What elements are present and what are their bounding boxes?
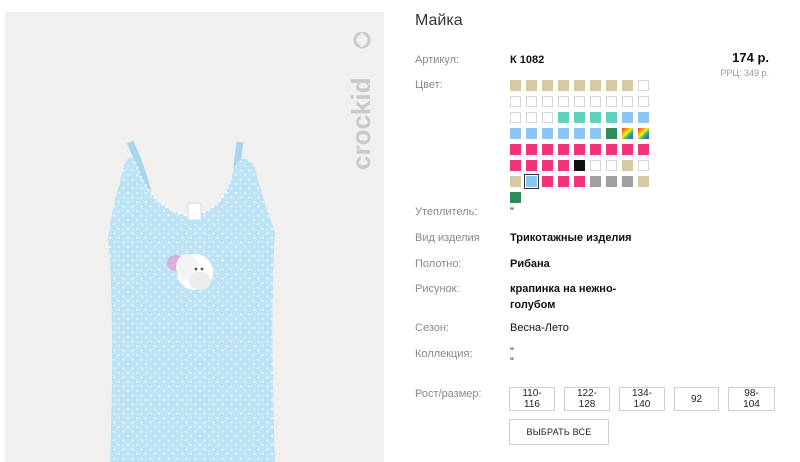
color-swatch[interactable] xyxy=(524,174,539,189)
size-button-134-140[interactable]: 134-140 xyxy=(619,387,665,411)
color-swatch[interactable] xyxy=(574,128,585,139)
size-button-92[interactable]: 92 xyxy=(674,387,719,411)
insulation-value: " xyxy=(510,206,514,218)
color-swatch[interactable] xyxy=(590,96,601,107)
pattern-label: Рисунок: xyxy=(415,283,460,295)
color-swatch[interactable] xyxy=(622,160,633,171)
color-swatch[interactable] xyxy=(526,160,537,171)
brand-logo: crockid xyxy=(346,31,378,172)
color-swatch[interactable] xyxy=(606,80,617,91)
color-swatch[interactable] xyxy=(638,128,649,139)
fabric-label: Полотно: xyxy=(415,258,462,270)
article-value: К 1082 xyxy=(510,54,545,66)
color-swatch[interactable] xyxy=(638,144,649,155)
color-swatch[interactable] xyxy=(622,144,633,155)
color-swatch[interactable] xyxy=(526,128,537,139)
color-swatch[interactable] xyxy=(638,112,649,123)
tank-top-image xyxy=(108,140,275,462)
color-swatch[interactable] xyxy=(574,176,585,187)
season-label: Сезон: xyxy=(415,322,449,334)
collection-value-2: " xyxy=(510,356,514,368)
color-swatch[interactable] xyxy=(638,80,649,91)
color-swatch[interactable] xyxy=(558,112,569,123)
color-swatch[interactable] xyxy=(510,176,521,187)
product-title: Майка xyxy=(415,12,463,29)
size-button-98-104[interactable]: 98-104 xyxy=(728,387,775,411)
size-button-122-128[interactable]: 122-128 xyxy=(564,387,610,411)
color-swatch[interactable] xyxy=(574,80,585,91)
color-swatch[interactable] xyxy=(558,80,569,91)
color-swatch[interactable] xyxy=(590,144,601,155)
color-swatch[interactable] xyxy=(606,128,617,139)
color-swatch[interactable] xyxy=(574,96,585,107)
select-all-button[interactable]: ВЫБРАТЬ ВСЕ xyxy=(509,419,609,445)
article-label: Артикул: xyxy=(415,54,460,66)
color-swatch[interactable] xyxy=(606,96,617,107)
kind-label: Вид изделия xyxy=(415,232,480,244)
color-swatch[interactable] xyxy=(622,96,633,107)
color-swatch[interactable] xyxy=(558,128,569,139)
color-swatch[interactable] xyxy=(622,176,633,187)
color-swatch[interactable] xyxy=(558,176,569,187)
color-swatch[interactable] xyxy=(606,112,617,123)
color-swatch[interactable] xyxy=(574,112,585,123)
color-swatch[interactable] xyxy=(526,144,537,155)
color-swatch[interactable] xyxy=(542,80,553,91)
color-swatch[interactable] xyxy=(510,128,521,139)
size-label: Рост/размер: xyxy=(415,388,482,400)
color-swatch[interactable] xyxy=(542,160,553,171)
color-swatch[interactable] xyxy=(510,112,521,123)
price: 174 р. xyxy=(732,50,769,65)
color-swatch[interactable] xyxy=(590,176,601,187)
color-swatch[interactable] xyxy=(590,128,601,139)
color-swatch[interactable] xyxy=(542,144,553,155)
color-swatch[interactable] xyxy=(542,128,553,139)
size-button-110-116[interactable]: 110-116 xyxy=(509,387,555,411)
svg-text:crockid: crockid xyxy=(348,78,376,171)
color-swatch[interactable] xyxy=(558,96,569,107)
kind-value: Трикотажные изделия xyxy=(510,232,632,244)
collection-label: Коллекция: xyxy=(415,348,473,360)
rrc-price: РРЦ: 349 р. xyxy=(720,68,769,78)
color-swatch[interactable] xyxy=(526,96,537,107)
color-swatch[interactable] xyxy=(590,160,601,171)
insulation-label: Утеплитель: xyxy=(415,206,478,218)
color-swatches xyxy=(510,80,655,203)
size-options: 110-116 122-128 134-140 92 98-104 xyxy=(509,387,775,411)
color-swatch[interactable] xyxy=(622,80,633,91)
product-photo: crockid xyxy=(5,12,384,462)
color-swatch[interactable] xyxy=(542,176,553,187)
color-swatch[interactable] xyxy=(510,144,521,155)
color-swatch[interactable] xyxy=(638,96,649,107)
color-swatch[interactable] xyxy=(558,160,569,171)
color-swatch[interactable] xyxy=(542,96,553,107)
color-swatch[interactable] xyxy=(638,160,649,171)
color-swatch[interactable] xyxy=(638,176,649,187)
color-swatch[interactable] xyxy=(510,192,521,203)
color-swatch[interactable] xyxy=(574,160,585,171)
color-swatch[interactable] xyxy=(622,128,633,139)
color-swatch[interactable] xyxy=(606,160,617,171)
pattern-value: крапинка на нежно-голубом xyxy=(510,283,617,311)
color-swatch[interactable] xyxy=(606,144,617,155)
season-value: Весна-Лето xyxy=(510,322,569,334)
color-swatch[interactable] xyxy=(510,80,521,91)
color-swatch[interactable] xyxy=(606,176,617,187)
color-swatch[interactable] xyxy=(590,80,601,91)
color-swatch[interactable] xyxy=(526,112,537,123)
color-swatch[interactable] xyxy=(510,96,521,107)
color-swatch[interactable] xyxy=(622,112,633,123)
fabric-value: Рибана xyxy=(510,258,550,270)
color-label: Цвет: xyxy=(415,79,443,91)
color-swatch[interactable] xyxy=(542,112,553,123)
color-swatch[interactable] xyxy=(526,80,537,91)
color-swatch[interactable] xyxy=(510,160,521,171)
color-swatch[interactable] xyxy=(558,144,569,155)
color-swatch[interactable] xyxy=(574,144,585,155)
color-swatch[interactable] xyxy=(590,112,601,123)
